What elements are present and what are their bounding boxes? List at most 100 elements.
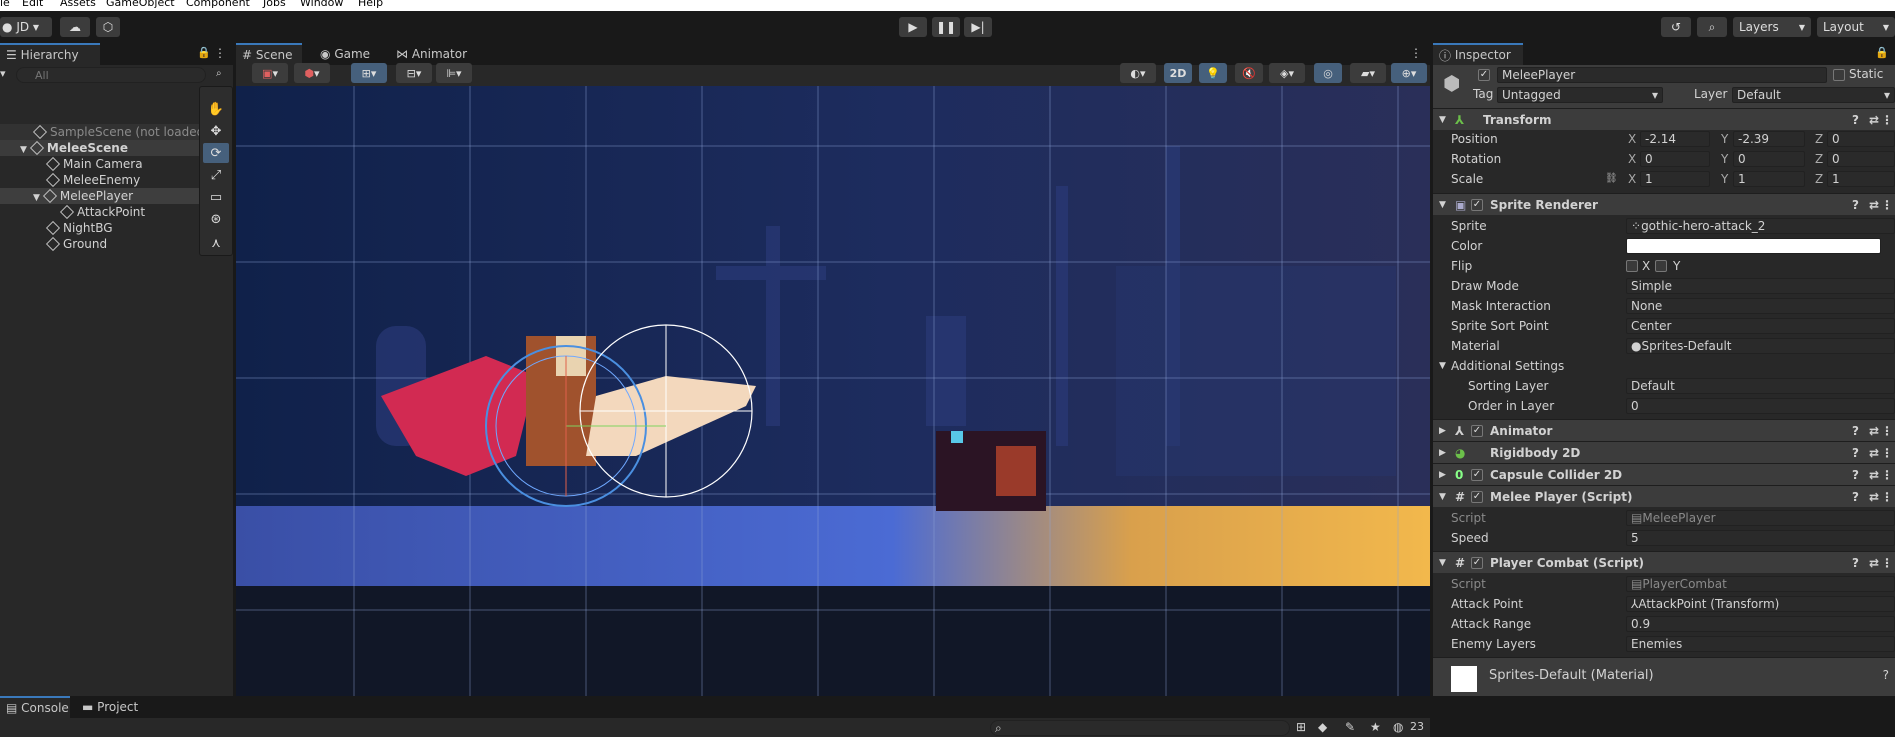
- attack-point-field[interactable]: ⅄AttackPoint (Transform): [1626, 596, 1895, 612]
- effects-dropdown[interactable]: ◈ ▾: [1269, 63, 1305, 83]
- menu-assets[interactable]: Assets: [60, 0, 96, 9]
- position-z-field[interactable]: 0: [1827, 131, 1895, 147]
- menu-jobs[interactable]: Jobs: [263, 0, 286, 9]
- settings-icon[interactable]: ⇄: [1869, 486, 1879, 508]
- grid-snap-dropdown[interactable]: ⊞ ▾: [351, 63, 387, 83]
- layout-dropdown[interactable]: Layout ▼: [1817, 17, 1895, 37]
- menu-edit[interactable]: Edit: [22, 0, 43, 9]
- tab-scene[interactable]: # Scene: [236, 43, 302, 65]
- hand-tool-button[interactable]: ✋: [203, 99, 229, 119]
- material-preview[interactable]: Sprites-Default (Material) ?: [1433, 657, 1895, 696]
- transform-header[interactable]: ▼ ⅄ Transform ? ⇄ ⋮: [1433, 108, 1895, 130]
- help-icon[interactable]: ?: [1852, 442, 1859, 464]
- menu-dots-icon[interactable]: ⋮: [1881, 464, 1893, 486]
- cloud-button[interactable]: ☁: [60, 17, 90, 37]
- filter-type-icon[interactable]: ⊞: [1296, 720, 1306, 734]
- shading-dropdown[interactable]: ⬢ ▾: [294, 63, 330, 83]
- object-name-field[interactable]: MeleePlayer: [1497, 67, 1827, 83]
- hidden-packages-icon[interactable]: ◍: [1393, 720, 1403, 734]
- menu-file[interactable]: le: [0, 0, 10, 9]
- menu-dots-icon[interactable]: ⋮: [1881, 552, 1893, 574]
- color-swatch[interactable]: [1626, 238, 1881, 254]
- menu-component[interactable]: Component: [186, 0, 250, 9]
- order-field[interactable]: 0: [1626, 398, 1895, 414]
- gizmos-dropdown[interactable]: ⊕ ▾: [1391, 63, 1427, 83]
- move-tool-button[interactable]: ✥: [203, 121, 229, 141]
- scale-x-field[interactable]: 1: [1640, 171, 1710, 187]
- align-dropdown[interactable]: ⊫ ▾: [436, 63, 472, 83]
- search-filter-icon[interactable]: ⌕: [216, 68, 222, 79]
- scale-y-field[interactable]: 1: [1733, 171, 1805, 187]
- enabled-checkbox[interactable]: ✓: [1471, 557, 1483, 569]
- enabled-checkbox[interactable]: ✓: [1471, 469, 1483, 481]
- sort-point-dropdown[interactable]: Center: [1626, 318, 1895, 334]
- expand-arrow-icon[interactable]: ▼: [20, 145, 27, 155]
- enabled-checkbox[interactable]: ✓: [1471, 425, 1483, 437]
- flip-y-checkbox[interactable]: [1655, 260, 1667, 272]
- position-y-field[interactable]: -2.39: [1733, 131, 1805, 147]
- menu-gameobject[interactable]: GameObject: [106, 0, 175, 9]
- help-icon[interactable]: ?: [1852, 552, 1859, 574]
- enabled-checkbox[interactable]: ✓: [1471, 199, 1483, 211]
- sprite-field[interactable]: ⁘gothic-hero-attack_2: [1626, 218, 1895, 234]
- help-icon[interactable]: ?: [1852, 420, 1859, 442]
- settings-icon[interactable]: ⇄: [1869, 442, 1879, 464]
- scene-canvas[interactable]: [236, 86, 1430, 696]
- project-search-input[interactable]: ⌕: [990, 720, 1290, 736]
- help-icon[interactable]: ?: [1852, 194, 1859, 216]
- mode-2d-button[interactable]: 2D: [1164, 63, 1192, 83]
- render-dropdown[interactable]: ◐ ▾: [1120, 63, 1156, 83]
- settings-icon[interactable]: ⇄: [1869, 109, 1879, 131]
- rotation-y-field[interactable]: 0: [1733, 151, 1805, 167]
- link-icon[interactable]: ⛓: [1605, 170, 1618, 188]
- lighting-button[interactable]: 💡: [1199, 63, 1227, 83]
- add-dropdown-icon[interactable]: ▾: [0, 67, 6, 80]
- increment-snap-dropdown[interactable]: ⊟ ▾: [396, 63, 432, 83]
- rigidbody-header[interactable]: ▶ ◕ Rigidbody 2D? ⇄ ⋮: [1433, 441, 1895, 463]
- hierarchy-search-input[interactable]: [16, 67, 206, 83]
- step-button[interactable]: ▶|: [964, 17, 992, 37]
- menu-dots-icon[interactable]: ⋮: [1881, 109, 1893, 131]
- enabled-checkbox[interactable]: ✓: [1471, 491, 1483, 503]
- play-button[interactable]: ▶: [899, 17, 927, 37]
- tab-project[interactable]: ▬ Project: [76, 696, 144, 718]
- rotate-tool-button[interactable]: ⟳: [203, 143, 229, 163]
- camera-dropdown[interactable]: ▰ ▾: [1350, 63, 1386, 83]
- lock-icon[interactable]: 🔒: [1875, 46, 1889, 59]
- scale-tool-button[interactable]: ⤢: [203, 165, 229, 185]
- tab-console[interactable]: ▤ Console: [0, 696, 70, 718]
- sorting-layer-dropdown[interactable]: Default: [1626, 378, 1895, 394]
- enemy-sprite[interactable]: [936, 431, 1046, 511]
- settings-icon[interactable]: ⇄: [1869, 464, 1879, 486]
- search-button[interactable]: ⌕: [1697, 17, 1727, 37]
- tab-animator[interactable]: ⋈ Animator: [390, 43, 473, 65]
- help-icon[interactable]: ?: [1852, 486, 1859, 508]
- menu-dots-icon[interactable]: ⋮: [1881, 194, 1893, 216]
- history-button[interactable]: ↺: [1661, 17, 1691, 37]
- mask-dropdown[interactable]: None: [1626, 298, 1895, 314]
- layer-dropdown[interactable]: Default ▾: [1732, 87, 1895, 103]
- position-x-field[interactable]: -2.14: [1640, 131, 1710, 147]
- rotation-z-field[interactable]: 0: [1827, 151, 1895, 167]
- visibility-button[interactable]: ◎: [1314, 63, 1342, 83]
- help-icon[interactable]: ?: [1852, 109, 1859, 131]
- rect-tool-button[interactable]: ▭: [203, 187, 229, 207]
- transform-tool-button[interactable]: ⊛: [203, 209, 229, 229]
- sprite-renderer-header[interactable]: ▼ ▣ ✓ Sprite Renderer ? ⇄ ⋮: [1433, 193, 1895, 215]
- help-icon[interactable]: ?: [1883, 668, 1889, 682]
- enemy-layers-dropdown[interactable]: Enemies: [1626, 636, 1895, 652]
- menu-dots-icon[interactable]: ⋮: [1881, 442, 1893, 464]
- melee-player-header[interactable]: ▼ # ✓ Melee Player (Script)? ⇄ ⋮: [1433, 485, 1895, 507]
- menu-dots-icon[interactable]: ⋮: [214, 46, 226, 60]
- filter-label-icon[interactable]: ◆: [1318, 720, 1327, 734]
- audio-button[interactable]: 🔇: [1235, 63, 1263, 83]
- draw-mode-dropdown[interactable]: Simple: [1626, 278, 1895, 294]
- draw-mode-dropdown[interactable]: ▣ ▾: [252, 63, 288, 83]
- tab-inspector[interactable]: ⓘ Inspector: [1433, 43, 1523, 65]
- tag-icon[interactable]: ✎: [1345, 720, 1355, 734]
- flip-x-checkbox[interactable]: [1626, 260, 1638, 272]
- menu-help[interactable]: Help: [358, 0, 383, 9]
- menu-dots-icon[interactable]: ⋮: [1881, 420, 1893, 442]
- active-checkbox[interactable]: ✓: [1478, 69, 1490, 81]
- layers-dropdown[interactable]: Layers ▼: [1733, 17, 1811, 37]
